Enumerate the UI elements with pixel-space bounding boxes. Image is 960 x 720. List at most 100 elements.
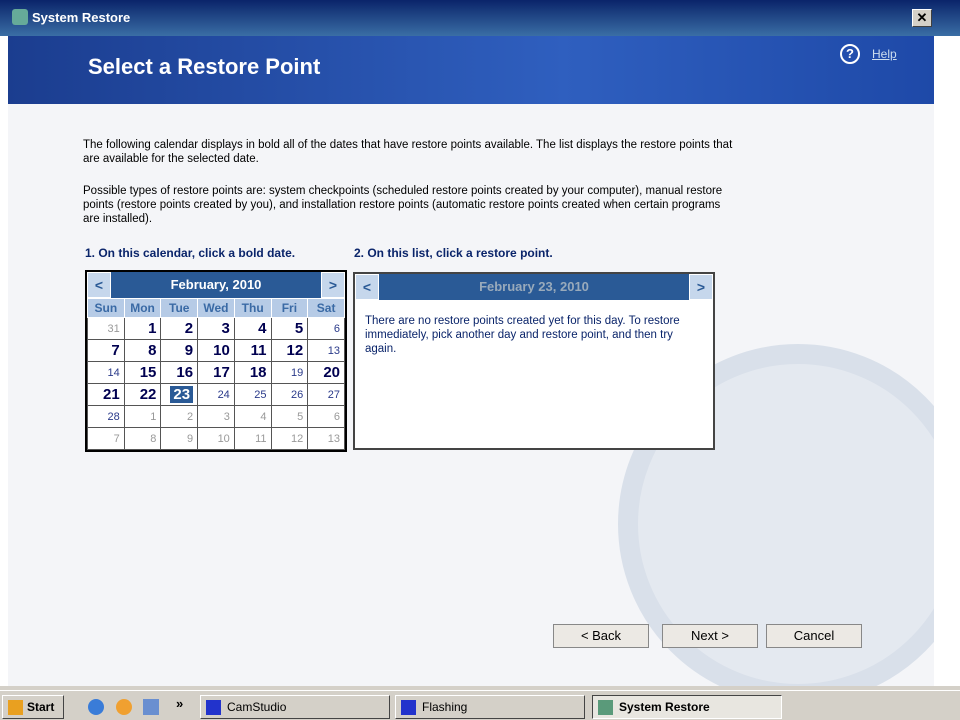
day-of-week-header: Wed: [197, 298, 235, 318]
calendar-day[interactable]: 2: [160, 317, 199, 340]
intro-text: The following calendar displays in bold …: [83, 139, 733, 165]
day-of-week-header: Sun: [87, 298, 125, 318]
calendar-day[interactable]: 5: [270, 317, 309, 340]
calendar-day[interactable]: 5: [270, 405, 309, 428]
calendar-week: 7 8 9 10 11 12 13: [87, 427, 345, 450]
calendar-day[interactable]: 19: [270, 361, 309, 384]
calendar-day[interactable]: 11: [233, 427, 272, 450]
calendar-day-selected[interactable]: 23: [160, 383, 199, 406]
calendar-day[interactable]: 14: [87, 361, 125, 384]
calendar-day[interactable]: 27: [307, 383, 345, 406]
system-restore-window: System Restore ✕ Select a Restore Point …: [0, 0, 960, 686]
day-number: 12: [286, 342, 304, 359]
calendar-day[interactable]: 16: [160, 361, 199, 384]
day-number: 7: [111, 342, 120, 359]
calendar-day[interactable]: 7: [87, 339, 125, 362]
calendar-day[interactable]: 13: [307, 339, 345, 362]
calendar-day[interactable]: 4: [233, 317, 272, 340]
day-number: 9: [184, 342, 194, 359]
help-icon: ?: [840, 44, 860, 64]
day-number: 12: [290, 432, 304, 445]
day-number: 25: [254, 388, 267, 401]
calendar-day[interactable]: 8: [123, 427, 162, 450]
calendar-day[interactable]: 21: [87, 383, 125, 406]
back-button[interactable]: < Back: [553, 624, 649, 648]
calendar-day[interactable]: 9: [160, 339, 199, 362]
day-number: 7: [113, 432, 120, 445]
day-number: 2: [184, 320, 194, 337]
day-number: 6: [333, 322, 340, 335]
calendar-day[interactable]: 18: [233, 361, 272, 384]
show-desktop-icon[interactable]: [143, 699, 159, 715]
calendar-day[interactable]: 9: [160, 427, 199, 450]
calendar-week: 28 1 2 3 4 5 6: [87, 405, 345, 428]
day-number: 13: [327, 432, 340, 445]
day-number: 27: [327, 388, 340, 401]
day-number: 23: [170, 386, 194, 403]
calendar-day[interactable]: 12: [270, 339, 309, 362]
calendar-day[interactable]: 11: [233, 339, 272, 362]
cancel-button[interactable]: Cancel: [766, 624, 862, 648]
day-of-week-header: Fri: [270, 298, 309, 318]
calendar-day[interactable]: 10: [197, 427, 235, 450]
taskbar-item-flashing[interactable]: Flashing: [395, 695, 585, 719]
day-number: 18: [249, 364, 267, 381]
prev-month-button[interactable]: <: [87, 272, 111, 298]
day-number: 31: [107, 322, 120, 335]
internet-explorer-icon[interactable]: [88, 699, 104, 715]
step1-label: 1. On this calendar, click a bold date.: [85, 246, 296, 260]
calendar-day[interactable]: 4: [233, 405, 272, 428]
list-date: February 23, 2010: [479, 279, 589, 294]
windows-logo-icon: [8, 700, 23, 715]
calendar-day[interactable]: 28: [87, 405, 125, 428]
calendar-day[interactable]: 6: [307, 317, 345, 340]
calendar-day[interactable]: 8: [123, 339, 162, 362]
taskbar-item-camstudio[interactable]: CamStudio: [200, 695, 390, 719]
calendar-day[interactable]: 7: [87, 427, 125, 450]
calendar-day[interactable]: 31: [87, 317, 125, 340]
day-number: 24: [217, 388, 230, 401]
more-quicklaunch-button[interactable]: »: [176, 696, 183, 711]
day-number: 22: [139, 386, 157, 403]
day-number: 5: [294, 320, 304, 337]
day-number: 20: [323, 364, 340, 381]
calendar-day[interactable]: 15: [123, 361, 162, 384]
help-label[interactable]: Help: [872, 47, 897, 61]
calendar-day[interactable]: 3: [197, 405, 235, 428]
calendar-day[interactable]: 24: [197, 383, 235, 406]
next-day-button[interactable]: >: [689, 274, 713, 300]
calendar-day[interactable]: 1: [123, 405, 162, 428]
calendar-day[interactable]: 22: [123, 383, 162, 406]
calendar-day[interactable]: 2: [160, 405, 199, 428]
calendar-day[interactable]: 17: [197, 361, 235, 384]
taskbar-item-system-restore[interactable]: System Restore: [592, 695, 782, 719]
day-number: 26: [290, 388, 304, 401]
calendar-day[interactable]: 12: [270, 427, 309, 450]
day-number: 28: [107, 410, 120, 423]
day-number: 13: [327, 344, 340, 357]
day-number: 9: [186, 432, 194, 445]
prev-day-button[interactable]: <: [355, 274, 379, 300]
calendar-week: 21 22 23 24 25 26 27: [87, 383, 345, 406]
calendar-day[interactable]: 26: [270, 383, 309, 406]
media-icon[interactable]: [116, 699, 132, 715]
calendar-day[interactable]: 6: [307, 405, 345, 428]
help-link[interactable]: ? Help: [840, 44, 897, 64]
calendar-day[interactable]: 25: [233, 383, 272, 406]
calendar-day[interactable]: 1: [123, 317, 162, 340]
calendar-day[interactable]: 10: [197, 339, 235, 362]
next-button[interactable]: Next >: [662, 624, 758, 648]
calendar-day[interactable]: 13: [307, 427, 345, 450]
day-number: 11: [250, 342, 267, 359]
day-number: 10: [213, 342, 230, 359]
day-number: 11: [255, 432, 267, 445]
title-bar: System Restore ✕: [0, 0, 960, 36]
calendar-month: February, 2010: [170, 277, 262, 292]
close-button[interactable]: ✕: [912, 9, 932, 27]
calendar-day[interactable]: 20: [307, 361, 345, 384]
calendar-week: 14 15 16 17 18 19 20: [87, 361, 345, 384]
next-month-button[interactable]: >: [321, 272, 345, 298]
calendar-week: 7 8 9 10 11 12 13: [87, 339, 345, 362]
start-button[interactable]: Start: [2, 695, 64, 719]
calendar-day[interactable]: 3: [197, 317, 235, 340]
